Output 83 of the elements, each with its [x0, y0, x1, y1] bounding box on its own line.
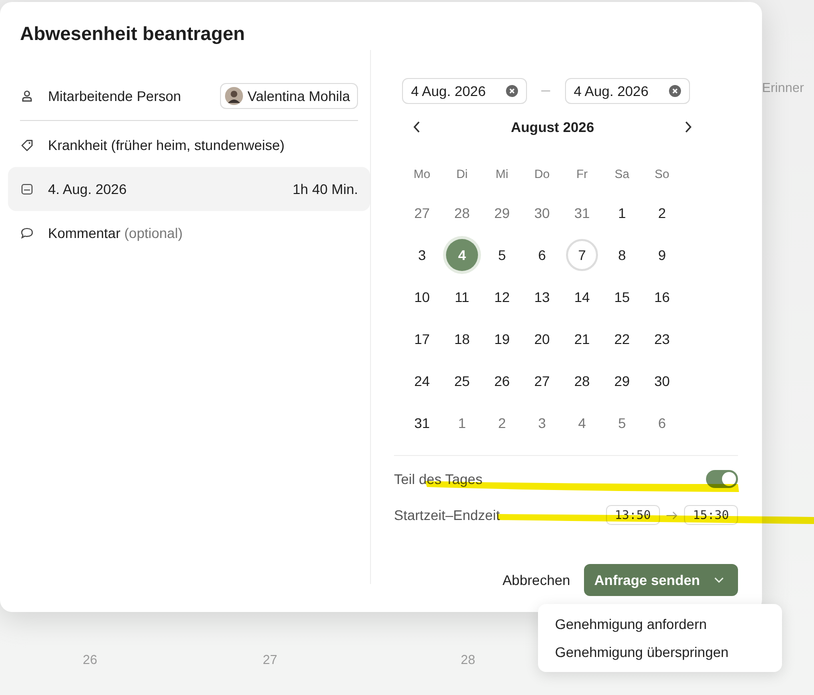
end-date-field[interactable]: 4 Aug. 2026: [564, 78, 690, 104]
side-label: Erinner: [762, 80, 804, 95]
calendar-day[interactable]: 4: [566, 407, 598, 439]
form-row[interactable]: Krankheit (früher heim, stundenweise): [8, 123, 370, 167]
calendar-day[interactable]: 27: [526, 365, 558, 397]
weekday-label: Di: [455, 166, 469, 183]
calendar-day[interactable]: 26: [486, 365, 518, 397]
calendar-day[interactable]: 11: [446, 281, 478, 313]
tag-icon: [20, 138, 34, 152]
field-label: Kommentar (optional): [48, 225, 184, 241]
calendar-day[interactable]: 6: [646, 407, 678, 439]
range-separator: –: [540, 82, 552, 100]
calendar-day[interactable]: 19: [486, 323, 518, 355]
calendar-day[interactable]: 12: [486, 281, 518, 313]
calendar-day[interactable]: 2: [646, 197, 678, 229]
calendar-day[interactable]: 30: [646, 365, 678, 397]
calendar-day[interactable]: 14: [566, 281, 598, 313]
next-month-icon[interactable]: [684, 121, 692, 133]
weekday-label: Do: [533, 166, 551, 183]
comment-icon: [20, 227, 34, 239]
weekday-label: Mi: [494, 166, 510, 183]
calendar-day[interactable]: 13: [526, 281, 558, 313]
calendar-day[interactable]: 6: [526, 239, 558, 271]
calendar-day[interactable]: 10: [406, 281, 438, 313]
calendar-day[interactable]: 1: [446, 407, 478, 439]
previous-month-icon[interactable]: [413, 121, 421, 133]
submit-button[interactable]: Anfrage senden: [584, 564, 738, 596]
calendar-day[interactable]: 5: [486, 239, 518, 271]
calendar-day[interactable]: 25: [446, 365, 478, 397]
calendar-day[interactable]: 3: [406, 239, 438, 271]
field-label: 4. Aug. 2026: [48, 181, 128, 197]
person-icon: [20, 90, 34, 102]
calendar-day[interactable]: 28: [566, 365, 598, 397]
day-number: 28: [460, 652, 476, 667]
weekday-label: So: [654, 166, 670, 183]
calendar-day[interactable]: 4: [446, 239, 478, 271]
calendar-day[interactable]: 31: [566, 197, 598, 229]
calendar-day[interactable]: 24: [406, 365, 438, 397]
calendar-day[interactable]: 5: [606, 407, 638, 439]
calendar-day[interactable]: 29: [486, 197, 518, 229]
calendar-day[interactable]: 21: [566, 323, 598, 355]
day-number: 27: [262, 652, 278, 667]
clear-icon[interactable]: [668, 85, 680, 97]
calendar-day[interactable]: 20: [526, 323, 558, 355]
field-label: Mitarbeitende Person: [48, 88, 182, 104]
field-label: Krankheit (früher heim, stundenweise): [48, 137, 286, 153]
calendar-day[interactable]: 7: [566, 239, 598, 271]
calendar-day[interactable]: 18: [446, 323, 478, 355]
start-date-field[interactable]: 4 Aug. 2026: [402, 78, 527, 104]
calendar-day[interactable]: 28: [446, 197, 478, 229]
avatar-icon: [224, 87, 243, 105]
calendar-day[interactable]: 23: [646, 323, 678, 355]
calendar-day[interactable]: 17: [406, 323, 438, 355]
dialog-title: Abwesenheit beantragen: [19, 23, 246, 47]
calendar-icon: [20, 183, 34, 195]
weekday-label: Mo: [412, 166, 432, 183]
person-chip[interactable]: Valentina Mohila: [220, 83, 358, 109]
month-title: August 2026: [510, 119, 594, 135]
weekday-label: Sa: [614, 166, 630, 183]
calendar-day[interactable]: 2: [486, 407, 518, 439]
menu-item[interactable]: Genehmigung überspringen: [538, 638, 782, 666]
caret-icon: [714, 577, 724, 583]
calendar-day[interactable]: 31: [406, 407, 438, 439]
calendar-day[interactable]: 16: [646, 281, 678, 313]
form-row[interactable]: Kommentar (optional): [8, 211, 370, 255]
form-row[interactable]: 4. Aug. 2026 1h 40 Min.: [8, 167, 370, 211]
calendar-day[interactable]: 27: [406, 197, 438, 229]
calendar-day[interactable]: 30: [526, 197, 558, 229]
cancel-button[interactable]: Abbrechen: [502, 572, 570, 588]
calendar-day[interactable]: 1: [606, 197, 638, 229]
day-number: 26: [82, 652, 98, 667]
calendar-day[interactable]: 15: [606, 281, 638, 313]
weekday-label: Fr: [575, 166, 589, 183]
form-row[interactable]: Mitarbeitende Person Valentina Mohila: [8, 74, 370, 118]
calendar-day[interactable]: 8: [606, 239, 638, 271]
calendar-day[interactable]: 29: [606, 365, 638, 397]
calendar-day[interactable]: 9: [646, 239, 678, 271]
clear-icon[interactable]: [506, 85, 518, 97]
option-label: Startzeit–Endzeit: [394, 507, 500, 523]
calendar-day[interactable]: 22: [606, 323, 638, 355]
duration-text: 1h 40 Min.: [292, 181, 358, 197]
calendar-day[interactable]: 3: [526, 407, 558, 439]
menu-item[interactable]: Genehmigung anfordern: [538, 610, 782, 638]
